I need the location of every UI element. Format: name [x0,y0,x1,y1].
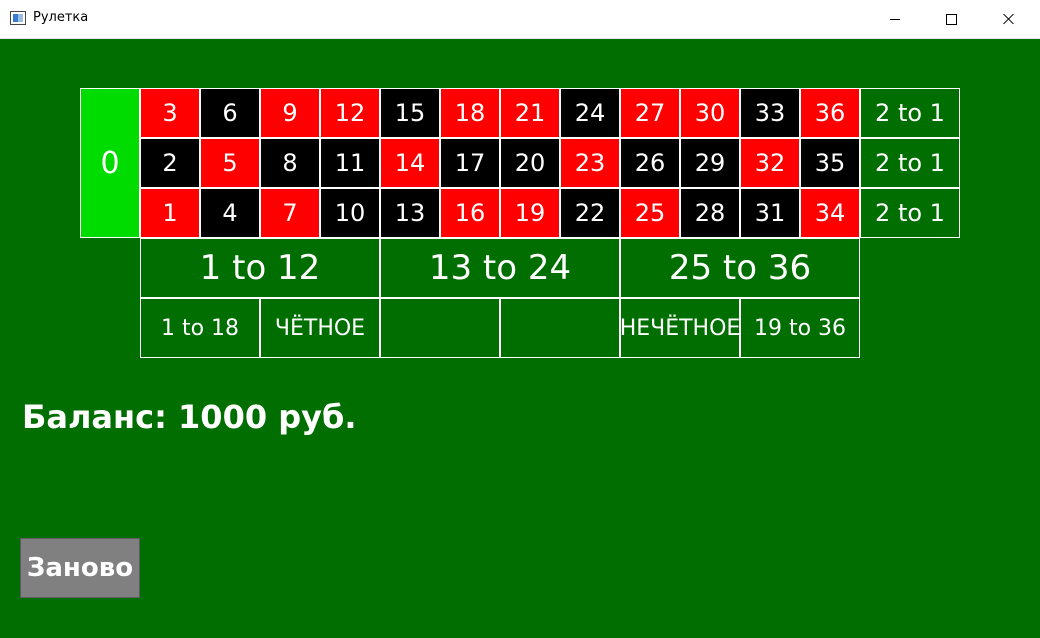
bet-odd[interactable]: НЕЧЁТНОЕ [620,298,740,358]
bet-number-4[interactable]: 4 [200,188,260,238]
bet-number-17[interactable]: 17 [440,138,500,188]
restart-button[interactable]: Заново [20,538,140,598]
bet-number-16[interactable]: 16 [440,188,500,238]
bet-red[interactable] [380,298,500,358]
title-bar: Рулетка [0,0,1040,39]
bet-number-2[interactable]: 2 [140,138,200,188]
bet-number-26[interactable]: 26 [620,138,680,188]
bet-number-8[interactable]: 8 [260,138,320,188]
bet-number-11[interactable]: 11 [320,138,380,188]
bet-number-29[interactable]: 29 [680,138,740,188]
bet-number-34[interactable]: 34 [800,188,860,238]
bet-dozen-3[interactable]: 25 to 36 [620,238,860,298]
bet-number-7[interactable]: 7 [260,188,320,238]
minimize-button[interactable] [872,0,918,38]
bet-number-32[interactable]: 32 [740,138,800,188]
bet-number-35[interactable]: 35 [800,138,860,188]
bet-number-31[interactable]: 31 [740,188,800,238]
bet-number-21[interactable]: 21 [500,88,560,138]
bet-number-1[interactable]: 1 [140,188,200,238]
app-icon [10,11,26,25]
bet-number-23[interactable]: 23 [560,138,620,188]
close-button[interactable] [986,0,1032,38]
maximize-button[interactable] [928,0,974,38]
bet-number-3[interactable]: 3 [140,88,200,138]
minimize-icon [890,18,900,20]
bet-number-13[interactable]: 13 [380,188,440,238]
maximize-icon [945,13,957,25]
bet-low[interactable]: 1 to 18 [140,298,260,358]
bet-dozen-1[interactable]: 1 to 12 [140,238,380,298]
bet-number-25[interactable]: 25 [620,188,680,238]
bet-number-33[interactable]: 33 [740,88,800,138]
bet-high[interactable]: 19 to 36 [740,298,860,358]
bet-number-22[interactable]: 22 [560,188,620,238]
bet-number-28[interactable]: 28 [680,188,740,238]
bet-number-24[interactable]: 24 [560,88,620,138]
bet-number-19[interactable]: 19 [500,188,560,238]
bet-number-14[interactable]: 14 [380,138,440,188]
bet-number-9[interactable]: 9 [260,88,320,138]
bet-even[interactable]: ЧЁТНОЕ [260,298,380,358]
window-title: Рулетка [33,10,89,25]
close-icon [1003,13,1015,25]
bet-number-6[interactable]: 6 [200,88,260,138]
bet-number-18[interactable]: 18 [440,88,500,138]
bet-number-30[interactable]: 30 [680,88,740,138]
bet-number-20[interactable]: 20 [500,138,560,188]
bet-column-2[interactable]: 2 to 1 [860,138,960,188]
bet-number-10[interactable]: 10 [320,188,380,238]
bet-column-3[interactable]: 2 to 1 [860,188,960,238]
bet-number-5[interactable]: 5 [200,138,260,188]
balance-label: Баланс: 1000 руб. [22,398,357,436]
bet-zero[interactable]: 0 [80,88,140,238]
bet-number-27[interactable]: 27 [620,88,680,138]
bet-number-36[interactable]: 36 [800,88,860,138]
bet-black[interactable] [500,298,620,358]
bet-number-15[interactable]: 15 [380,88,440,138]
bet-number-12[interactable]: 12 [320,88,380,138]
bet-dozen-2[interactable]: 13 to 24 [380,238,620,298]
bet-column-1[interactable]: 2 to 1 [860,88,960,138]
